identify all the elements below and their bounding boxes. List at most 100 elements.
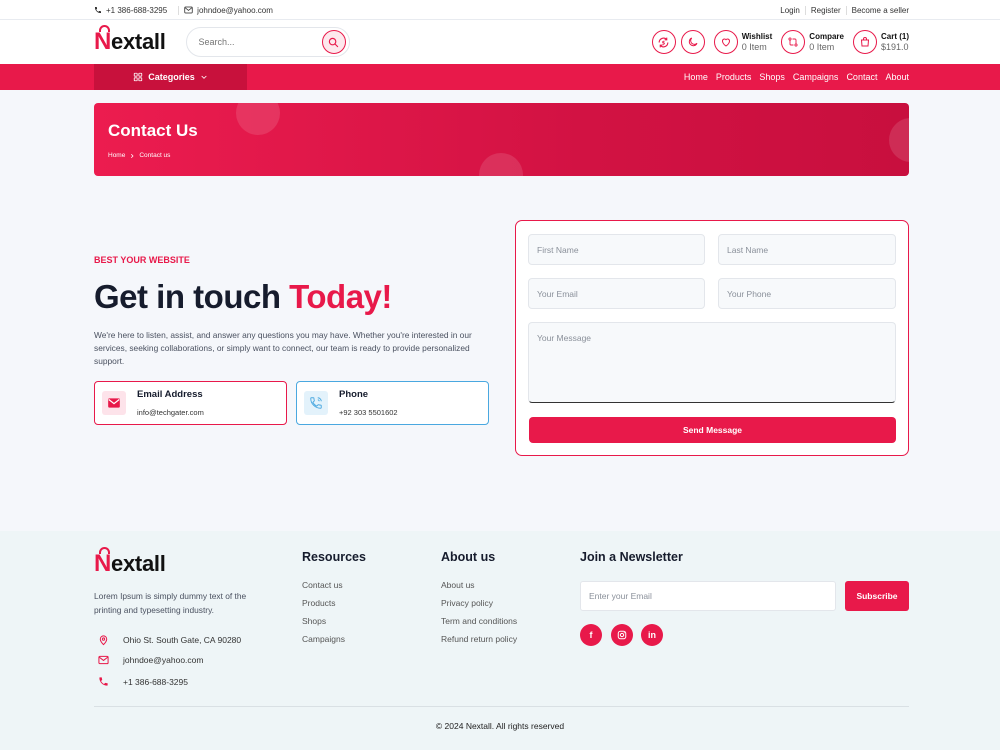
become-seller-link[interactable]: Become a seller — [845, 5, 909, 15]
topbar-phone[interactable]: +1 386-688-3295 — [94, 6, 173, 15]
resources-link-campaigns[interactable]: Campaigns — [302, 634, 366, 644]
page-title: Contact Us — [108, 121, 198, 140]
footer-divider — [94, 706, 909, 707]
footer-email-text[interactable]: johndoe@yahoo.com — [123, 655, 203, 665]
headline-accent: Today! — [289, 278, 392, 315]
currency-button[interactable]: $ — [651, 30, 676, 54]
search-button[interactable] — [321, 30, 346, 54]
message-textarea[interactable]: Your Message — [528, 322, 896, 403]
topbar-email[interactable]: johndoe@yahoo.com — [178, 5, 279, 15]
contact-form: First Name Last Name Your Email Your Pho… — [515, 220, 909, 456]
phone-icon — [95, 7, 101, 13]
top-bar: +1 386-688-3295 johndoe@yahoo.com Login … — [0, 0, 1000, 20]
linkedin-button[interactable]: in — [641, 624, 663, 646]
nav-products[interactable]: Products — [716, 72, 752, 82]
cart-total: $191.0 — [880, 41, 909, 52]
footer-phone-text[interactable]: +1 386-688-3295 — [123, 677, 188, 687]
resources-heading: Resources — [302, 550, 366, 564]
banner-bubble — [236, 103, 280, 135]
contact-description: We're here to listen, assist, and answer… — [94, 330, 472, 366]
nav-contact[interactable]: Contact — [846, 72, 877, 82]
footer-logo-text: extall — [111, 551, 166, 576]
facebook-icon: f — [589, 630, 593, 640]
newsletter-heading: Join a Newsletter — [580, 550, 683, 564]
footer-address-text: Ohio St. South Gate, CA 90280 — [123, 635, 242, 645]
footer-resources: Resources Contact us Products Shops Camp… — [302, 550, 366, 652]
about-link-about[interactable]: About us — [441, 580, 517, 590]
compare-label: Compare — [809, 31, 844, 41]
logo[interactable]: Nextall — [94, 25, 166, 56]
last-name-field[interactable]: Last Name — [718, 234, 896, 265]
login-link[interactable]: Login — [775, 6, 805, 15]
email-card-value[interactable]: info@techgater.com — [137, 408, 204, 417]
mail-icon — [184, 6, 193, 14]
wishlist[interactable]: Wishlist 0 Item — [713, 30, 773, 54]
about-link-refund[interactable]: Refund return policy — [441, 634, 517, 644]
about-link-privacy[interactable]: Privacy policy — [441, 598, 517, 608]
cart[interactable]: Cart (1) $191.0 — [852, 30, 909, 54]
main-nav: Categories Home Products Shops Campaigns… — [0, 64, 1000, 90]
categories-dropdown[interactable]: Categories — [94, 64, 247, 90]
cart-label: Cart (1) — [880, 31, 909, 41]
first-name-field[interactable]: First Name — [528, 234, 705, 265]
footer-about: About us About us Privacy policy Term an… — [441, 550, 517, 652]
banner-bubble — [479, 153, 523, 176]
nav-home[interactable]: Home — [684, 72, 708, 82]
phone-card-value[interactable]: +92 303 5501602 — [339, 408, 398, 417]
logo-mark: N — [94, 25, 112, 55]
phone-call-icon — [310, 397, 322, 409]
banner-bubble — [889, 118, 909, 162]
send-message-button[interactable]: Send Message — [529, 417, 896, 443]
cart-button[interactable] — [852, 30, 877, 54]
nav-menu: Home Products Shops Campaigns Contact Ab… — [684, 72, 909, 82]
phone-icon — [99, 677, 108, 686]
currency-exchange-icon: $ — [658, 37, 669, 47]
nav-shops[interactable]: Shops — [759, 72, 785, 82]
copyright: © 2024 Nextall. All rights reserved — [435, 721, 565, 731]
nav-about[interactable]: About — [885, 72, 909, 82]
phone-card: Phone +92 303 5501602 — [296, 381, 489, 425]
footer-logo[interactable]: Nextall — [94, 547, 166, 578]
subscribe-button[interactable]: Subscribe — [845, 581, 909, 611]
grid-icon — [134, 72, 143, 82]
breadcrumb: Home Contact us — [108, 152, 170, 159]
page-banner: Contact Us Home Contact us — [94, 103, 909, 176]
footer-phone: +1 386-688-3295 — [98, 676, 188, 687]
search-icon — [328, 37, 339, 47]
svg-text:$: $ — [662, 40, 666, 46]
moon-icon — [688, 37, 698, 47]
email-field[interactable]: Your Email — [528, 278, 705, 309]
compare[interactable]: Compare 0 Item — [781, 30, 844, 54]
theme-toggle-button[interactable] — [680, 30, 705, 54]
wishlist-count: 0 Item — [741, 41, 767, 52]
footer-logo-mark: N — [94, 547, 112, 577]
location-pin-icon — [99, 635, 108, 646]
email-card-icon-box — [102, 391, 126, 415]
chevron-down-icon — [201, 75, 207, 79]
breadcrumb-home[interactable]: Home — [108, 152, 125, 159]
footer-newsletter: Join a Newsletter — [580, 550, 683, 580]
nav-campaigns[interactable]: Campaigns — [793, 72, 839, 82]
chevron-right-icon — [131, 153, 134, 158]
resources-link-shops[interactable]: Shops — [302, 616, 366, 626]
phone-card-title: Phone — [339, 388, 369, 400]
footer-email: johndoe@yahoo.com — [98, 655, 203, 665]
header: Nextall $ Wishlist0 Item — [0, 20, 1000, 64]
newsletter-email-input[interactable]: Enter your Email — [580, 581, 836, 611]
wishlist-button[interactable] — [713, 30, 738, 54]
about-link-terms[interactable]: Term and conditions — [441, 616, 517, 626]
register-link[interactable]: Register — [804, 5, 846, 15]
breadcrumb-current: Contact us — [139, 152, 171, 159]
phone-field[interactable]: Your Phone — [718, 278, 896, 309]
shopping-bag-icon — [860, 37, 870, 47]
facebook-button[interactable]: f — [580, 624, 602, 646]
instagram-button[interactable] — [611, 624, 633, 646]
logo-text: extall — [111, 29, 166, 54]
search-input[interactable] — [198, 37, 309, 47]
compare-button[interactable] — [781, 30, 806, 54]
topbar-email-text: johndoe@yahoo.com — [197, 5, 273, 15]
about-heading: About us — [441, 550, 496, 564]
wishlist-label: Wishlist — [741, 31, 773, 41]
resources-link-contact[interactable]: Contact us — [302, 580, 366, 590]
resources-link-products[interactable]: Products — [302, 598, 366, 608]
